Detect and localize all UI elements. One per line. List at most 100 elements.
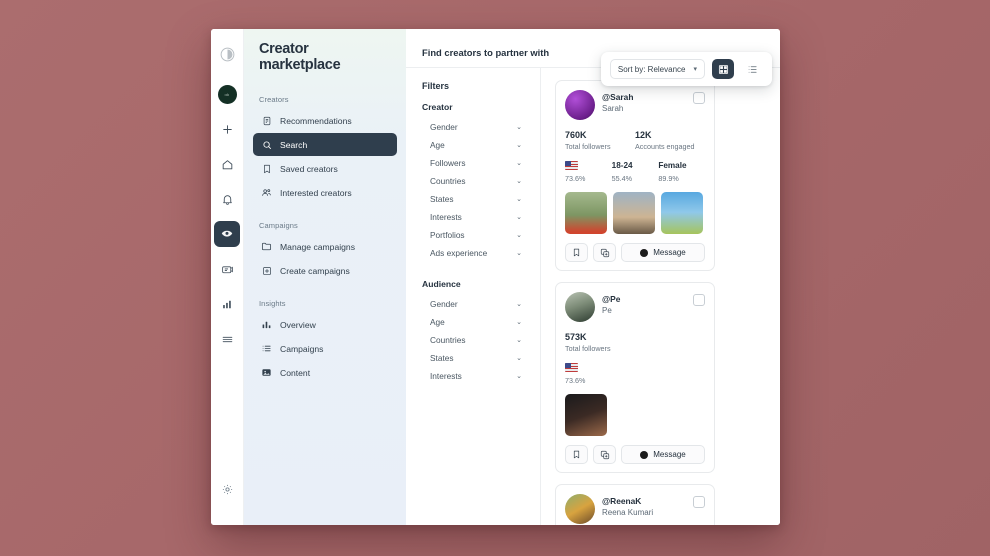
creator-stats: 573K Total followers: [565, 332, 705, 353]
chevron-down-icon: ⌄: [516, 177, 522, 185]
chevron-down-icon: ⌄: [516, 372, 522, 380]
gear-icon[interactable]: [214, 476, 240, 502]
home-icon[interactable]: [214, 151, 240, 177]
sidebar-item-interested-creators[interactable]: Interested creators: [253, 181, 397, 204]
grid-view-button[interactable]: [712, 59, 734, 79]
creator-card-header: @Sarah Sarah: [565, 90, 705, 120]
creator-thumbnail[interactable]: [565, 192, 607, 234]
nav-group-label-campaigns: Campaigns: [259, 221, 298, 230]
creator-select-checkbox[interactable]: [693, 496, 705, 508]
brand-logo-icon[interactable]: [214, 41, 240, 67]
creator-demographics: 73.6% 18-24 55.4% Female 89.9%: [565, 160, 705, 183]
filter-row-audience-interests[interactable]: Interests ⌄: [422, 367, 526, 385]
sidebar-item-recommendations[interactable]: Recommendations: [253, 109, 397, 132]
message-button[interactable]: Message: [621, 445, 705, 464]
chevron-down-icon: ⌄: [516, 300, 522, 308]
list-view-button[interactable]: [741, 59, 763, 79]
creator-thumbnail[interactable]: [661, 192, 703, 234]
workspace-avatar[interactable]: ıılı: [214, 81, 240, 107]
sort-select[interactable]: Sort by: Relevance ▾: [609, 59, 705, 79]
chevron-down-icon: ⌄: [516, 123, 522, 131]
demo-gender: [658, 362, 705, 376]
filter-row-creator-interests[interactable]: Interests ⌄: [422, 208, 526, 226]
demo-gender: Female 89.9%: [658, 160, 705, 183]
search-icon: [261, 139, 272, 150]
filter-row-audience-countries[interactable]: Countries ⌄: [422, 331, 526, 349]
menu-icon[interactable]: [214, 326, 240, 352]
save-creator-button[interactable]: [565, 243, 588, 262]
creator-stats: 760K Total followers 12K Accounts engage…: [565, 130, 705, 151]
filter-row-creator-gender[interactable]: Gender ⌄: [422, 118, 526, 136]
content-area: Sort by: Relevance ▾ Find creators to pa…: [406, 29, 780, 525]
creator-select-checkbox[interactable]: [693, 92, 705, 104]
filter-row-creator-age[interactable]: Age ⌄: [422, 136, 526, 154]
sidebar-item-saved-creators[interactable]: Saved creators: [253, 157, 397, 180]
creator-card-header: @Pe Pe: [565, 292, 705, 322]
chevron-down-icon: ⌄: [516, 195, 522, 203]
ads-icon[interactable]: [214, 256, 240, 282]
filter-row-creator-followers[interactable]: Followers ⌄: [422, 154, 526, 172]
filter-label: Countries: [430, 335, 466, 345]
filter-label: States: [430, 194, 454, 204]
app-window: ıılı Creator marketplace Creators Recomm…: [211, 29, 780, 525]
creator-name: Pe: [602, 306, 612, 315]
sidebar-item-content[interactable]: Content: [253, 361, 397, 384]
filter-row-creator-portfolios[interactable]: Portfolios ⌄: [422, 226, 526, 244]
avatar: [565, 90, 595, 120]
sidebar-item-label: Content: [280, 367, 311, 378]
creator-thumbnail[interactable]: [613, 192, 655, 234]
filter-label: Followers: [430, 158, 466, 168]
creator-card[interactable]: @Sarah Sarah 760K Total followers 12K Ac…: [555, 80, 715, 271]
sidebar-item-manage-campaigns[interactable]: Manage campaigns: [253, 235, 397, 258]
create-icon[interactable]: [214, 116, 240, 142]
creator-select-checkbox[interactable]: [693, 294, 705, 306]
creator-card-header: @ReenaK Reena Kumari: [565, 494, 705, 524]
filter-label: Ads experience: [430, 248, 488, 258]
filter-row-creator-countries[interactable]: Countries ⌄: [422, 172, 526, 190]
creator-thumbnail[interactable]: [565, 394, 607, 436]
demo-percent: 73.6%: [565, 174, 586, 183]
stat-value: 12K: [635, 130, 652, 140]
demo-value: Female: [658, 161, 687, 170]
demo-percent: 89.9%: [658, 174, 679, 183]
filter-row-audience-gender[interactable]: Gender ⌄: [422, 295, 526, 313]
sidebar-item-search[interactable]: Search: [253, 133, 397, 156]
creator-card-grid: @Sarah Sarah 760K Total followers 12K Ac…: [555, 80, 780, 525]
stat-label: Total followers: [565, 142, 611, 151]
avatar: [565, 292, 595, 322]
sidebar-item-create-campaigns[interactable]: Create campaigns: [253, 259, 397, 282]
results-toolbar: Sort by: Relevance ▾: [600, 52, 772, 86]
folder-icon: [261, 241, 272, 252]
sidebar-item-campaigns-insights[interactable]: Campaigns: [253, 337, 397, 360]
filter-label: States: [430, 353, 454, 363]
filter-row-creator-ads-experience[interactable]: Ads experience ⌄: [422, 244, 526, 262]
add-to-campaign-button[interactable]: [593, 243, 616, 262]
sidebar-item-overview[interactable]: Overview: [253, 313, 397, 336]
demo-age: 18-24 55.4%: [612, 160, 659, 183]
creator-card[interactable]: @ReenaK Reena Kumari 768k Total follower…: [555, 484, 715, 525]
chevron-down-icon: ⌄: [516, 249, 522, 257]
message-button[interactable]: Message: [621, 243, 705, 262]
filter-row-audience-age[interactable]: Age ⌄: [422, 313, 526, 331]
notifications-icon[interactable]: [214, 186, 240, 212]
chevron-down-icon: ⌄: [516, 318, 522, 326]
insights-icon[interactable]: [214, 291, 240, 317]
plus-box-icon: [261, 265, 272, 276]
filter-label: Countries: [430, 176, 466, 186]
save-creator-button[interactable]: [565, 445, 588, 464]
demo-percent: 55.4%: [611, 174, 633, 183]
sidebar-item-label: Recommendations: [280, 115, 352, 126]
list-icon: [261, 343, 272, 354]
bar-chart-icon: [261, 319, 272, 330]
filter-section-audience-title: Audience: [422, 279, 461, 289]
us-flag-icon: [565, 161, 578, 170]
people-icon: [261, 187, 272, 198]
add-to-campaign-button[interactable]: [593, 445, 616, 464]
partnerships-icon[interactable]: [214, 221, 240, 247]
sidebar-item-label: Create campaigns: [280, 265, 350, 276]
filter-row-audience-states[interactable]: States ⌄: [422, 349, 526, 367]
demo-percent: 73.6%: [565, 376, 586, 385]
creator-card[interactable]: @Pe Pe 573K Total followers 73.6% Messag…: [555, 282, 715, 473]
filter-row-creator-states[interactable]: States ⌄: [422, 190, 526, 208]
creator-name: Reena Kumari: [602, 508, 654, 517]
